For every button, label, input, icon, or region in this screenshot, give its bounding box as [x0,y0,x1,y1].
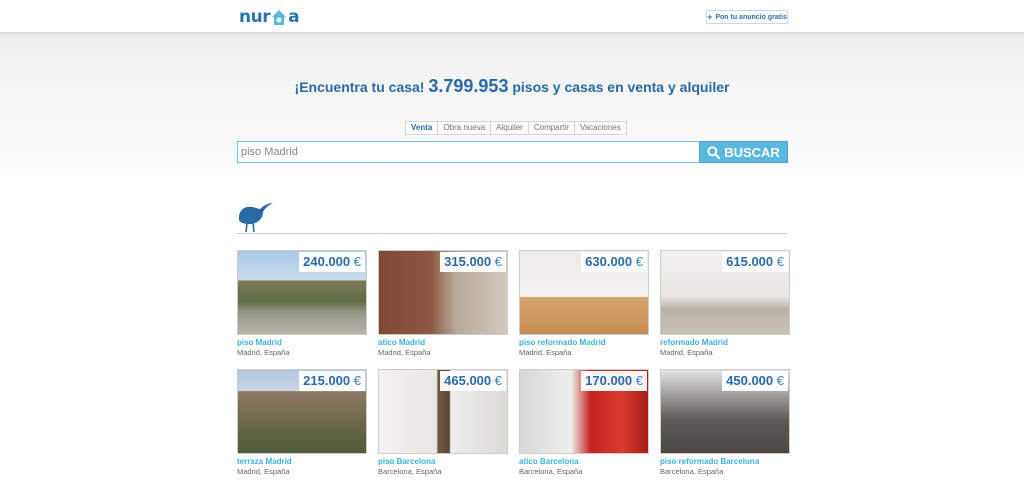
listing-photo[interactable]: 450.000 € [660,369,790,454]
listing-title[interactable]: atico Barcelona [519,457,649,467]
price-badge: 240.000 € [299,252,365,272]
publish-ad-button[interactable]: + Pon tu anuncio gratis [706,10,788,24]
currency-symbol: € [776,254,784,269]
listing-title[interactable]: piso reformado Barcelona [660,457,790,467]
listing-card[interactable]: 315.000 € atico Madrid Madrid, España [378,250,508,367]
listing-photo[interactable]: 215.000 € [237,369,367,454]
headline-pre: ¡Encuentra tu casa! [294,79,429,95]
listing-location: Madrid, España [237,467,290,476]
listing-location: Barcelona, España [660,467,724,476]
listing-location: Madrid, España [237,348,290,357]
listing-photo[interactable]: 630.000 € [519,250,649,335]
headline-post: pisos y casas en venta y alquiler [508,79,730,95]
listing-title[interactable]: piso reformado Madrid [519,338,649,348]
currency-symbol: € [776,373,784,388]
section-divider [237,233,788,234]
nuroa-logo[interactable]: nur a [239,7,300,27]
listing-location: Barcelona, España [519,467,583,476]
price-value: 215.000 [303,373,351,388]
currency-symbol: € [353,254,361,269]
price-value: 465.000 [444,373,492,388]
search-button-label: BUSCAR [724,144,780,160]
currency-symbol: € [635,254,643,269]
price-value: 315.000 [444,254,492,269]
search-bar: BUSCAR [237,141,788,163]
price-value: 170.000 [585,373,633,388]
price-value: 240.000 [303,254,351,269]
listing-title[interactable]: atico Madrid [378,338,508,348]
listing-photo[interactable]: 465.000 € [378,369,508,454]
headline-count: 3.799.953 [428,76,509,96]
tab-venta[interactable]: Venta [406,122,439,134]
plus-icon: + [707,11,713,22]
search-input[interactable] [237,141,699,163]
listing-photo[interactable]: 615.000 € [660,250,790,335]
search-type-tabs: Venta Obra nueva Alquiler Compartir Vaca… [405,121,627,135]
house-logo-icon [272,9,287,25]
logo-text-right: a [288,7,300,27]
listing-card[interactable]: 450.000 € piso reformado Barcelona Barce… [660,369,790,486]
price-badge: 315.000 € [440,252,506,272]
listing-location: Madrid, España [660,348,713,357]
publish-ad-label: Pon tu anuncio gratis [715,13,787,21]
listing-card[interactable]: 630.000 € piso reformado Madrid Madrid, … [519,250,649,367]
currency-symbol: € [494,373,502,388]
listing-title[interactable]: piso Madrid [237,338,367,348]
price-badge: 630.000 € [581,252,647,272]
listing-title[interactable]: piso Barcelona [378,457,508,467]
listing-card[interactable]: 240.000 € piso Madrid Madrid, España [237,250,367,367]
tab-vacaciones[interactable]: Vacaciones [574,122,626,134]
listing-photo[interactable]: 240.000 € [237,250,367,335]
price-badge: 465.000 € [440,371,506,391]
listings-grid: 240.000 € piso Madrid Madrid, España 315… [237,250,790,486]
price-badge: 615.000 € [722,252,788,272]
currency-symbol: € [494,254,502,269]
listing-card[interactable]: 615.000 € reformado Madrid Madrid, Españ… [660,250,790,367]
listing-card[interactable]: 465.000 € piso Barcelona Barcelona, Espa… [378,369,508,486]
listing-photo[interactable]: 170.000 € [519,369,649,454]
listing-card[interactable]: 170.000 € atico Barcelona Barcelona, Esp… [519,369,649,486]
price-value: 615.000 [726,254,774,269]
listing-location: Barcelona, España [378,467,442,476]
search-button[interactable]: BUSCAR [699,141,788,163]
tab-alquiler[interactable]: Alquiler [491,122,529,134]
listing-title[interactable]: terraza Madrid [237,457,367,467]
kiwi-bird-icon [238,203,273,233]
magnifier-icon [707,145,721,159]
price-badge: 215.000 € [299,371,365,391]
currency-symbol: € [635,373,643,388]
currency-symbol: € [353,373,361,388]
listing-photo[interactable]: 315.000 € [378,250,508,335]
tab-compartir[interactable]: Compartir [528,122,575,134]
price-badge: 170.000 € [581,371,647,391]
listing-title[interactable]: reformado Madrid [660,338,790,348]
listing-location: Madrid, España [519,348,572,357]
page-headline: ¡Encuentra tu casa! 3.799.953 pisos y ca… [0,76,1024,97]
logo-text-left: nur [239,7,271,27]
price-value: 450.000 [726,373,774,388]
top-bar: nur a + Pon tu anuncio gratis [0,0,1024,33]
price-value: 630.000 [585,254,633,269]
hero-background [0,33,1024,193]
listing-location: Madrid, España [378,348,431,357]
price-badge: 450.000 € [722,371,788,391]
tab-obra-nueva[interactable]: Obra nueva [438,122,492,134]
listing-card[interactable]: 215.000 € terraza Madrid Madrid, España [237,369,367,486]
